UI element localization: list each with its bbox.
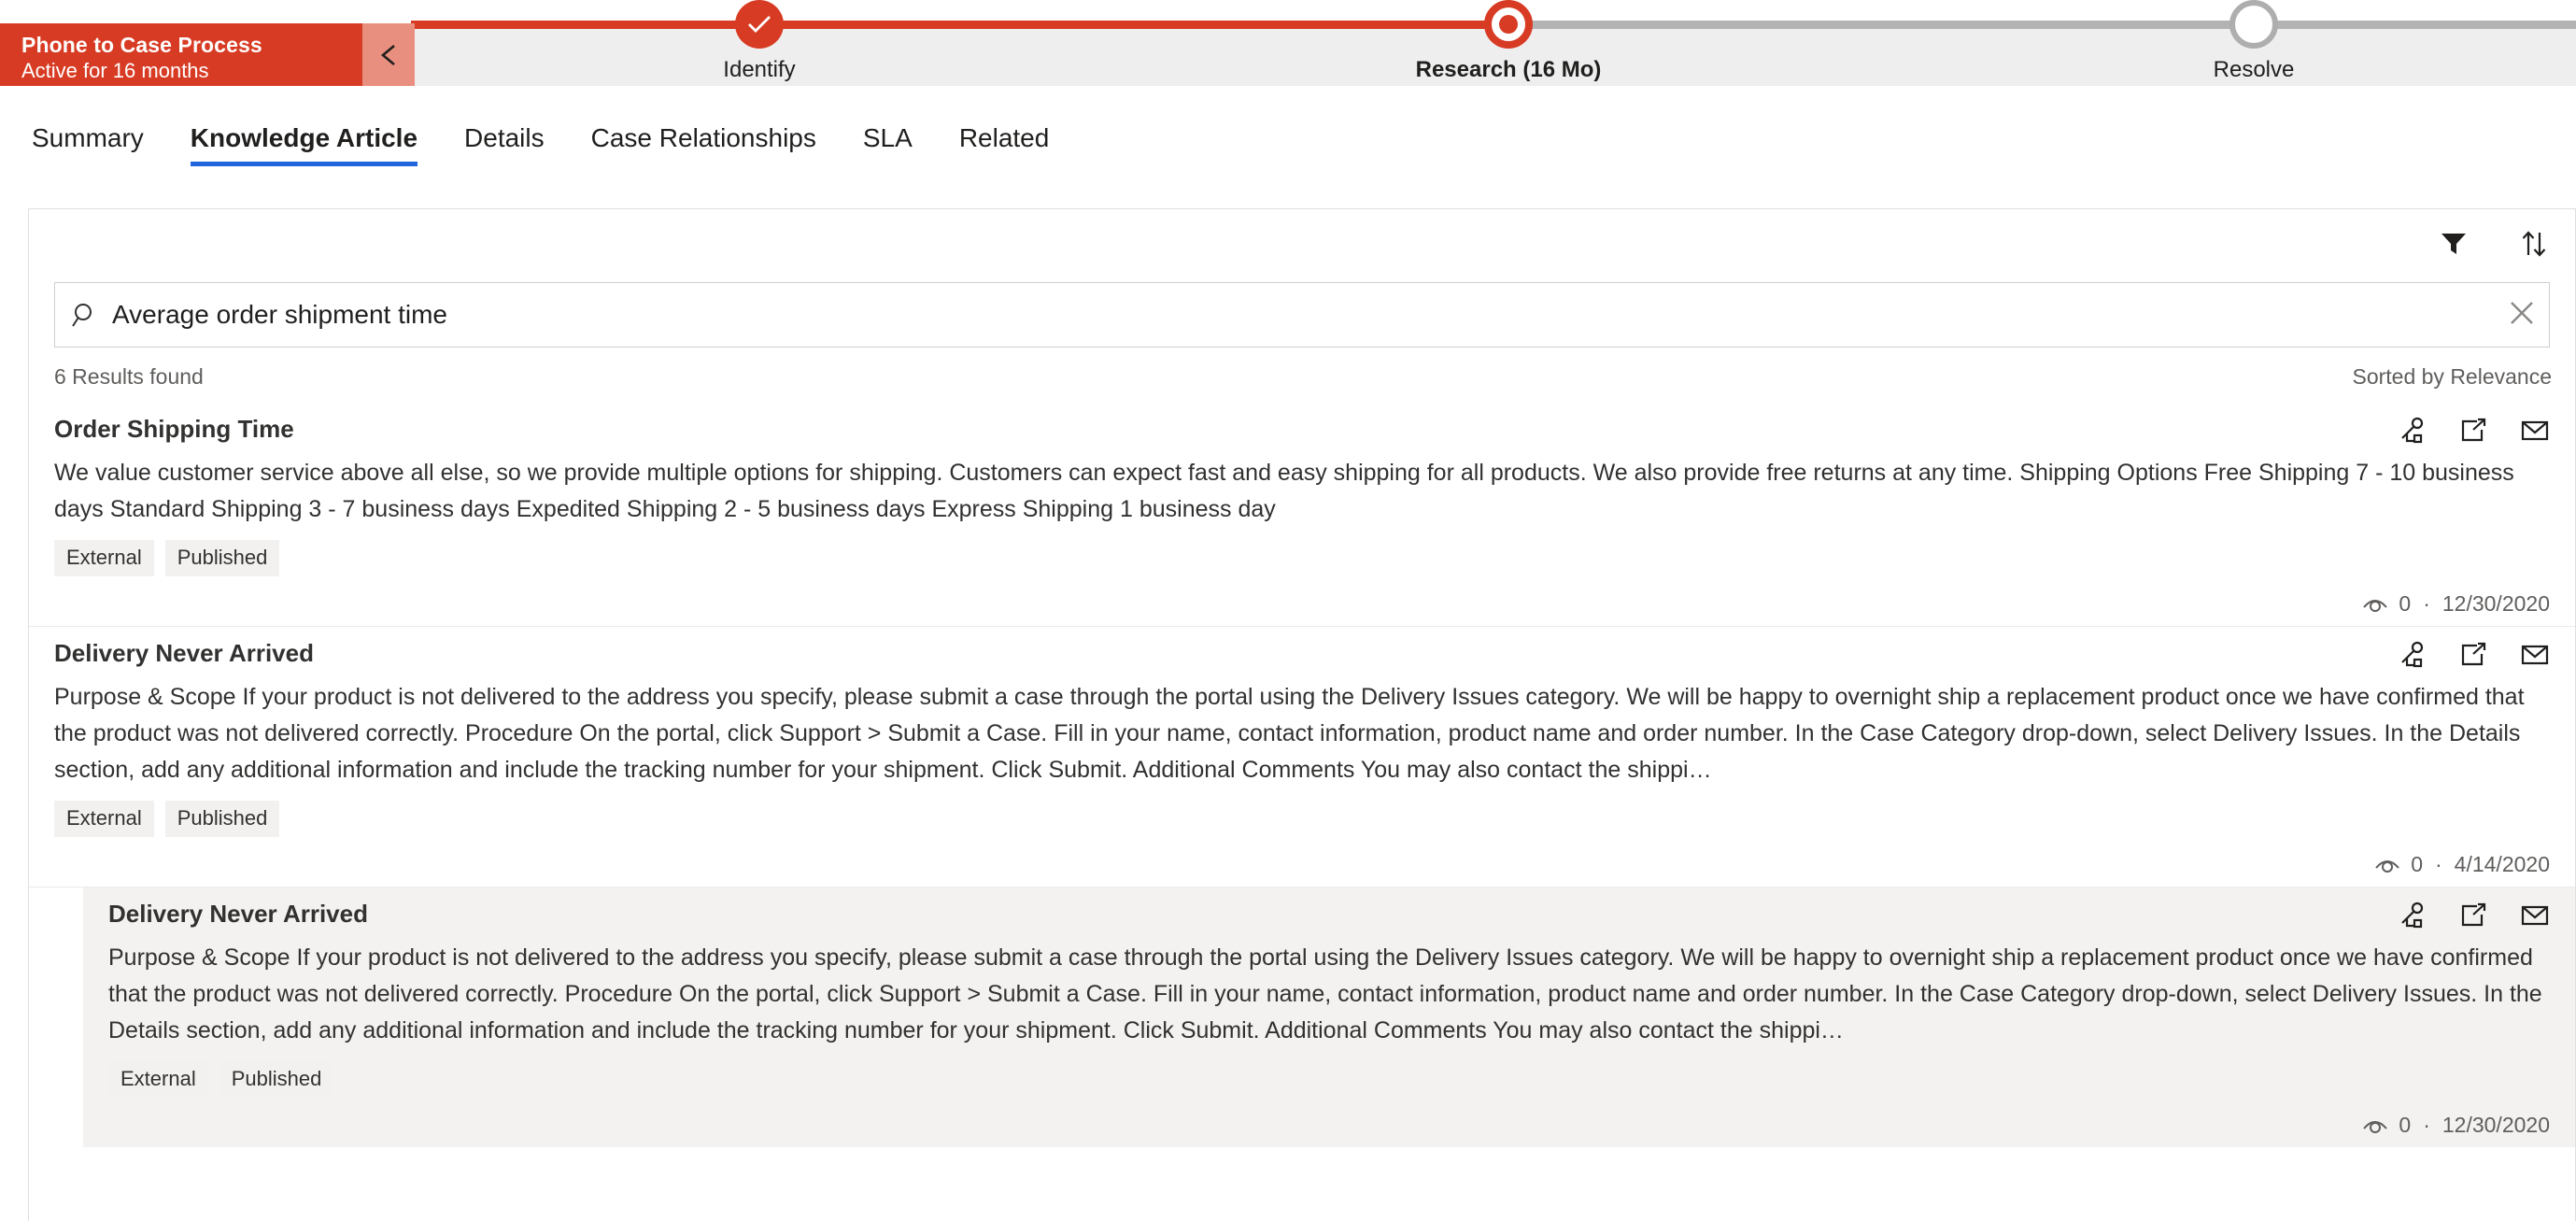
results-count: 6 Results found (54, 364, 204, 389)
link-to-case-icon[interactable] (2395, 901, 2428, 930)
knowledge-search-panel: 6 Results found Sorted by Relevance Orde… (28, 208, 2576, 1221)
results-list: Order Shipping Time We value customer se… (29, 403, 2575, 1147)
search-box[interactable] (54, 282, 2550, 348)
result-title[interactable]: Delivery Never Arrived (54, 636, 314, 670)
panel-toolbar (29, 209, 2575, 282)
tab-summary-label: Summary (32, 123, 144, 152)
footer-separator: · (2423, 1113, 2430, 1137)
tab-related-label: Related (958, 123, 1050, 152)
filter-button[interactable] (2433, 225, 2474, 266)
result-tag-group: External Published (54, 540, 2552, 576)
result-snippet: Purpose & Scope If your product is not d… (54, 684, 2525, 783)
bpf-stage-resolve[interactable]: Resolve (2136, 0, 2371, 83)
link-to-case-icon[interactable] (2395, 640, 2428, 670)
tab-sla-label: SLA (862, 123, 913, 152)
result-footer: 0 · 4/14/2020 (54, 852, 2552, 877)
result-tag-group: External Published (54, 801, 2552, 837)
footer-separator: · (2435, 852, 2442, 876)
result-snippet: We value customer service above all else… (54, 460, 2514, 522)
email-article-icon[interactable] (2518, 640, 2552, 670)
email-article-icon[interactable] (2518, 901, 2552, 930)
email-article-icon[interactable] (2518, 416, 2552, 446)
tab-case-relationships-label: Case Relationships (590, 123, 816, 152)
tab-knowledge-article[interactable]: Knowledge Article (167, 100, 441, 195)
result-footer: 0 · 12/30/2020 (108, 1113, 2552, 1138)
open-in-new-window-icon[interactable] (2456, 901, 2490, 930)
stage-node-completed (735, 0, 784, 49)
result-tag-external: External (108, 1061, 208, 1098)
search-input[interactable] (112, 283, 2495, 347)
eye-icon (2361, 1116, 2389, 1135)
eye-icon (2373, 856, 2401, 874)
process-title-block[interactable]: Phone to Case Process Active for 16 mont… (0, 23, 362, 86)
result-action-group (2395, 412, 2552, 446)
tab-bar: Summary Knowledge Article Details Case R… (0, 100, 2576, 195)
tab-case-relationships[interactable]: Case Relationships (568, 100, 840, 195)
result-item[interactable]: Order Shipping Time We value customer se… (29, 403, 2575, 627)
bpf-stage-identify[interactable]: Identify (642, 0, 877, 83)
result-title[interactable]: Delivery Never Arrived (108, 897, 368, 930)
footer-separator: · (2423, 591, 2430, 616)
result-date: 12/30/2020 (2442, 1113, 2550, 1137)
result-action-group (2395, 897, 2552, 930)
result-view-count: 0 (2399, 591, 2412, 616)
result-tag-published: Published (219, 1061, 334, 1098)
result-tag-published: Published (164, 801, 280, 837)
filter-icon (2440, 231, 2468, 262)
process-name: Phone to Case Process (21, 33, 262, 57)
result-snippet: Purpose & Scope If your product is not d… (108, 944, 2542, 1044)
process-subtitle: Active for 16 months (21, 59, 209, 82)
close-icon (2508, 299, 2536, 332)
tab-knowledge-article-label: Knowledge Article (190, 123, 418, 152)
tab-details-label: Details (464, 123, 545, 152)
stage-label-identify: Identify (723, 57, 796, 82)
result-footer: 0 · 12/30/2020 (54, 591, 2552, 617)
link-to-case-icon[interactable] (2395, 416, 2428, 446)
business-process-flow: Phone to Case Process Active for 16 mont… (0, 0, 2576, 100)
result-date: 4/14/2020 (2454, 852, 2550, 876)
process-collapse-button[interactable] (362, 23, 415, 86)
eye-icon (2361, 595, 2389, 614)
search-icon (71, 301, 99, 329)
tab-details[interactable]: Details (441, 100, 568, 195)
result-action-group (2395, 636, 2552, 670)
search-clear-button[interactable] (2495, 283, 2549, 347)
sort-icon (2520, 230, 2548, 263)
bpf-stage-bar-completed (411, 21, 1508, 29)
result-item[interactable]: Delivery Never Arrived Purpose & Scope I… (29, 627, 2575, 887)
sort-order-label[interactable]: Sorted by Relevance (2352, 364, 2552, 390)
active-dot-icon (1499, 15, 1518, 34)
stage-label-research: Research (16 Mo) (1415, 57, 1602, 82)
stage-node-pending (2229, 0, 2278, 49)
result-tag-group: External Published (108, 1061, 2552, 1098)
result-tag-external: External (54, 540, 154, 576)
stage-node-active (1484, 0, 1533, 49)
result-item-selected[interactable]: Delivery Never Arrived Purpose & Scope I… (83, 887, 2575, 1147)
sort-button[interactable] (2513, 225, 2555, 266)
stage-label-resolve: Resolve (2213, 57, 2295, 82)
result-tag-published: Published (164, 540, 280, 576)
tab-summary[interactable]: Summary (32, 100, 167, 195)
bpf-stage-research[interactable]: Research (16 Mo) (1391, 0, 1626, 83)
result-date: 12/30/2020 (2442, 591, 2550, 616)
result-title[interactable]: Order Shipping Time (54, 412, 294, 446)
open-in-new-window-icon[interactable] (2456, 640, 2490, 670)
tab-related[interactable]: Related (936, 100, 1073, 195)
result-tag-external: External (54, 801, 154, 837)
tab-sla[interactable]: SLA (840, 100, 936, 195)
open-in-new-window-icon[interactable] (2456, 416, 2490, 446)
results-meta-row: 6 Results found Sorted by Relevance (29, 348, 2575, 403)
result-view-count: 0 (2411, 852, 2423, 876)
result-view-count: 0 (2399, 1113, 2412, 1137)
